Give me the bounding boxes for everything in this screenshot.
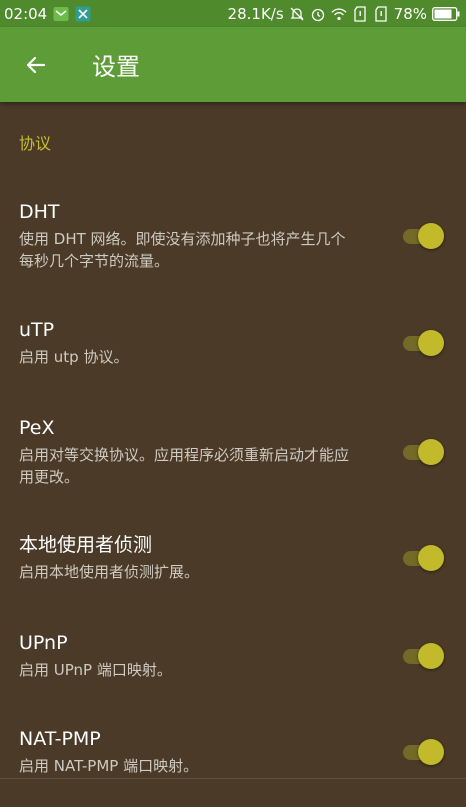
dht-toggle[interactable] — [401, 222, 444, 249]
upnp-toggle[interactable] — [401, 643, 444, 669]
pref-title: uTP — [19, 318, 55, 341]
pref-utp[interactable]: uTP 启用 utp 协议。 — [0, 289, 466, 396]
sim2-signal-icon — [373, 5, 389, 22]
pref-title: DHT — [19, 200, 60, 223]
status-time: 02:04 — [4, 4, 48, 23]
list-divider — [0, 778, 466, 779]
sim1-signal-icon — [352, 5, 368, 22]
nat-pmp-toggle[interactable] — [401, 739, 444, 765]
pref-nat-pmp[interactable]: NAT-PMP 启用 NAT-PMP 端口映射。 — [0, 704, 466, 800]
pref-title: PeX — [19, 417, 55, 439]
pref-summary: 启用 NAT-PMP 端口映射。 — [19, 757, 199, 775]
pref-dht[interactable]: DHT 使用 DHT 网络。即使没有添加种子也将产生几个每秒几个字节的流量。 — [0, 182, 466, 289]
battery-icon — [432, 6, 460, 21]
pref-summary: 启用 UPnP 端口映射。 — [19, 661, 172, 679]
status-bar: 02:04 28.1K/s 78% — [0, 0, 466, 27]
battery-percent: 78% — [393, 4, 427, 23]
notification-app-icon — [53, 6, 69, 22]
pref-upnp[interactable]: UPnP 启用 UPnP 端口映射。 — [0, 608, 466, 704]
app-bar: 设置 — [0, 27, 466, 102]
pref-title: 本地使用者侦测 — [19, 534, 153, 556]
back-button[interactable] — [20, 49, 52, 81]
notification-download-icon — [75, 6, 91, 22]
back-arrow-icon — [26, 56, 46, 73]
pref-title: NAT-PMP — [19, 728, 101, 750]
utp-toggle[interactable] — [401, 329, 444, 356]
pref-summary: 启用对等交换协议。应用程序必须重新启动才能应用更改。 — [19, 446, 350, 486]
pref-title: UPnP — [19, 632, 68, 654]
alarm-icon — [310, 6, 326, 22]
pref-summary: 启用 utp 协议。 — [19, 347, 129, 366]
wifi-icon — [331, 6, 347, 22]
pex-toggle[interactable] — [401, 439, 444, 465]
section-header-protocol: 协议 — [19, 134, 52, 153]
local-peer-discovery-toggle[interactable] — [401, 545, 444, 571]
pref-summary: 启用本地使用者侦测扩展。 — [19, 563, 200, 581]
mute-bell-icon — [289, 6, 305, 22]
pref-summary: 使用 DHT 网络。即使没有添加种子也将产生几个每秒几个字节的流量。 — [19, 229, 346, 270]
network-speed: 28.1K/s — [227, 4, 284, 23]
page-title: 设置 — [92, 53, 140, 81]
pref-pex[interactable]: PeX 启用对等交换协议。应用程序必须重新启动才能应用更改。 — [0, 396, 466, 508]
pref-local-peer-discovery[interactable]: 本地使用者侦测 启用本地使用者侦测扩展。 — [0, 508, 466, 608]
settings-list: 协议 DHT 使用 DHT 网络。即使没有添加种子也将产生几个每秒几个字节的流量… — [0, 102, 466, 800]
